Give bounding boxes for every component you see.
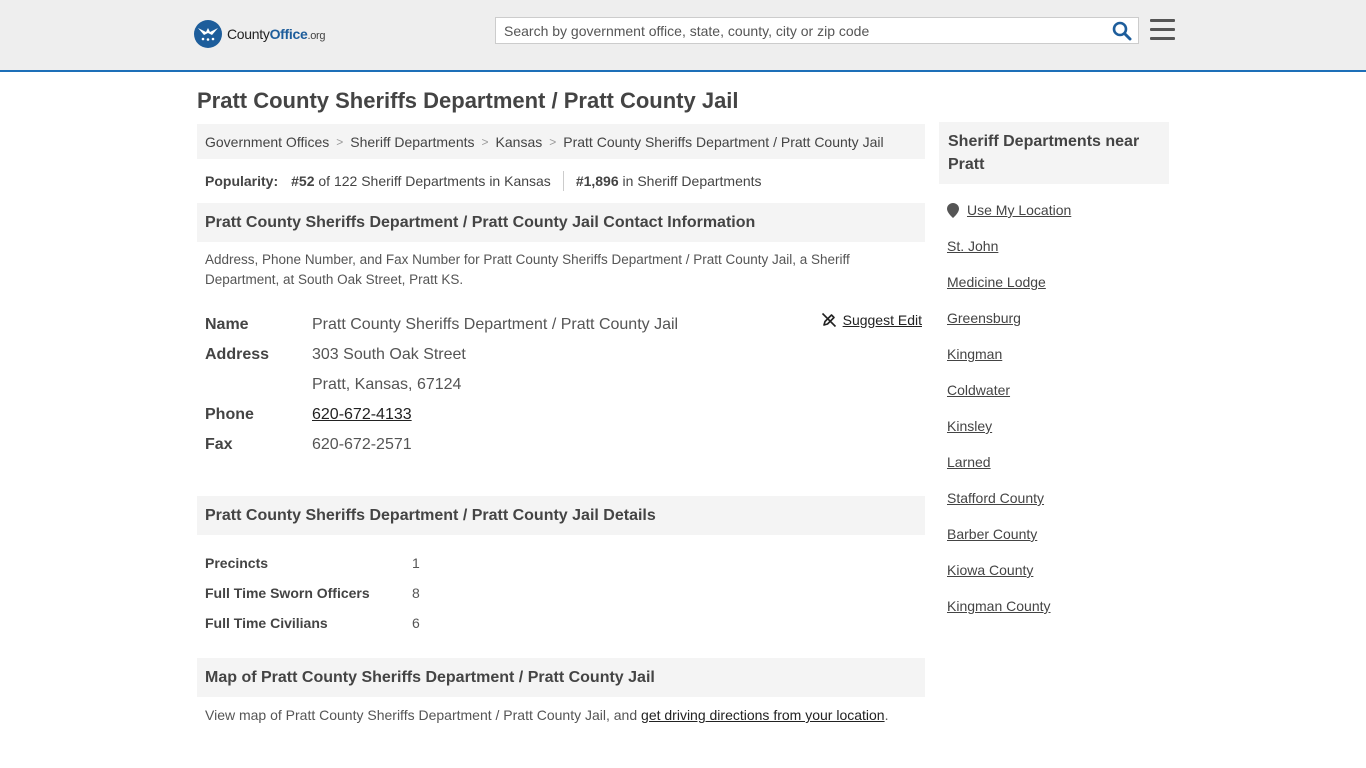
search-icon[interactable] (1112, 21, 1132, 46)
address-line2: Pratt, Kansas, 67124 (312, 376, 462, 393)
list-item: St. John (947, 228, 1169, 264)
breadcrumb: Government Offices > Sheriff Departments… (197, 124, 925, 159)
use-my-location-link[interactable]: Use My Location (967, 202, 1071, 218)
nearby-link-greensburg[interactable]: Greensburg (947, 310, 1021, 326)
edit-off-icon (821, 312, 836, 328)
nearby-link-coldwater[interactable]: Coldwater (947, 382, 1010, 398)
nearby-link-kingman[interactable]: Kingman (947, 346, 1002, 362)
logo-wordmark: CountyOffice.org (227, 26, 326, 42)
map-pin-icon (947, 202, 959, 218)
main-content: Government Offices > Sheriff Departments… (197, 124, 925, 723)
details-table: Precincts 1 Full Time Sworn Officers 8 F… (197, 535, 925, 638)
fax-label: Fax (205, 436, 233, 453)
nearby-link-st-john[interactable]: St. John (947, 238, 998, 254)
phone-row: Phone 620-672-4133 (205, 400, 917, 430)
fax-value: 620-672-2571 (312, 436, 412, 453)
list-item: Greensburg (947, 300, 1169, 336)
list-item: Kingman County (947, 588, 1169, 624)
breadcrumb-government-offices[interactable]: Government Offices (205, 134, 329, 150)
breadcrumb-current: Pratt County Sheriffs Department / Pratt… (563, 133, 884, 150)
name-row: Name Pratt County Sheriffs Department / … (205, 310, 917, 340)
suggest-edit-button[interactable]: Suggest Edit (821, 312, 922, 328)
nearby-link-kinsley[interactable]: Kinsley (947, 418, 992, 434)
address-label: Address (205, 346, 270, 363)
details-row: Full Time Sworn Officers 8 (205, 578, 917, 608)
details-value: 8 (412, 585, 420, 601)
details-value: 6 (412, 615, 420, 631)
details-row: Full Time Civilians 6 (205, 608, 917, 638)
phone-link[interactable]: 620-672-4133 (312, 406, 412, 423)
list-item: Barber County (947, 516, 1169, 552)
site-header: CountyOffice.org (0, 0, 1366, 72)
breadcrumb-separator-icon: > (336, 134, 344, 149)
site-logo[interactable]: CountyOffice.org (194, 20, 326, 48)
address-line1: 303 South Oak Street (312, 346, 466, 363)
details-label: Full Time Sworn Officers (205, 585, 370, 601)
suggest-edit-label: Suggest Edit (842, 312, 922, 328)
nearby-link-kiowa-county[interactable]: Kiowa County (947, 562, 1033, 578)
popularity-divider (562, 171, 564, 191)
details-label: Full Time Civilians (205, 615, 328, 631)
sidebar: Sheriff Departments near Pratt Use My Lo… (939, 122, 1169, 624)
list-item: Larned (947, 444, 1169, 480)
list-item: Kingman (947, 336, 1169, 372)
breadcrumb-kansas[interactable]: Kansas (496, 134, 543, 150)
state-rank-text: of 122 Sheriff Departments in Kansas (318, 173, 551, 189)
search-input[interactable] (496, 18, 1112, 43)
fax-row: Fax 620-672-2571 (205, 430, 917, 460)
list-item: Stafford County (947, 480, 1169, 516)
nearby-link-kingman-county[interactable]: Kingman County (947, 598, 1051, 614)
hamburger-menu-icon[interactable] (1150, 19, 1175, 46)
sidebar-heading: Sheriff Departments near Pratt (939, 122, 1169, 184)
map-description: View map of Pratt County Sheriffs Depart… (205, 707, 889, 723)
national-rank: #1,896 (575, 173, 619, 189)
popularity-label: Popularity: (205, 173, 279, 189)
contact-heading: Pratt County Sheriffs Department / Pratt… (197, 203, 925, 242)
phone-label: Phone (205, 406, 254, 423)
list-item: Medicine Lodge (947, 264, 1169, 300)
nearby-link-barber-county[interactable]: Barber County (947, 526, 1037, 542)
national-rank-text: in Sheriff Departments (622, 173, 762, 189)
list-item: Coldwater (947, 372, 1169, 408)
nearby-list: Use My Location St. John Medicine Lodge … (939, 192, 1169, 624)
details-heading: Pratt County Sheriffs Department / Pratt… (197, 496, 925, 535)
use-location-item: Use My Location (947, 192, 1169, 228)
details-label: Precincts (205, 555, 269, 571)
contact-info: Suggest Edit Name Pratt County Sheriffs … (197, 290, 925, 460)
popularity-bar: Popularity: #52 of 122 Sheriff Departmen… (197, 159, 925, 203)
page-title: Pratt County Sheriffs Department / Pratt… (197, 88, 739, 113)
address-row: Address 303 South Oak Street (205, 340, 917, 370)
breadcrumb-separator-icon: > (481, 134, 489, 149)
nearby-link-larned[interactable]: Larned (947, 454, 991, 470)
details-row: Precincts 1 (205, 548, 917, 578)
name-value: Pratt County Sheriffs Department / Pratt… (312, 316, 679, 333)
list-item: Kiowa County (947, 552, 1169, 588)
nearby-link-medicine-lodge[interactable]: Medicine Lodge (947, 274, 1046, 290)
breadcrumb-separator-icon: > (549, 134, 557, 149)
state-rank: #52 (291, 173, 315, 189)
driving-directions-link[interactable]: get driving directions from your locatio… (641, 707, 885, 723)
breadcrumb-sheriff-departments[interactable]: Sheriff Departments (350, 134, 474, 150)
list-item: Kinsley (947, 408, 1169, 444)
nearby-link-stafford-county[interactable]: Stafford County (947, 490, 1044, 506)
address-row-2: Pratt, Kansas, 67124 (205, 370, 917, 400)
details-value: 1 (412, 555, 420, 571)
eagle-seal-icon (194, 20, 222, 48)
map-heading: Map of Pratt County Sheriffs Department … (197, 658, 925, 697)
search-box (495, 17, 1139, 44)
name-label: Name (205, 316, 249, 333)
contact-description: Address, Phone Number, and Fax Number fo… (205, 252, 850, 287)
